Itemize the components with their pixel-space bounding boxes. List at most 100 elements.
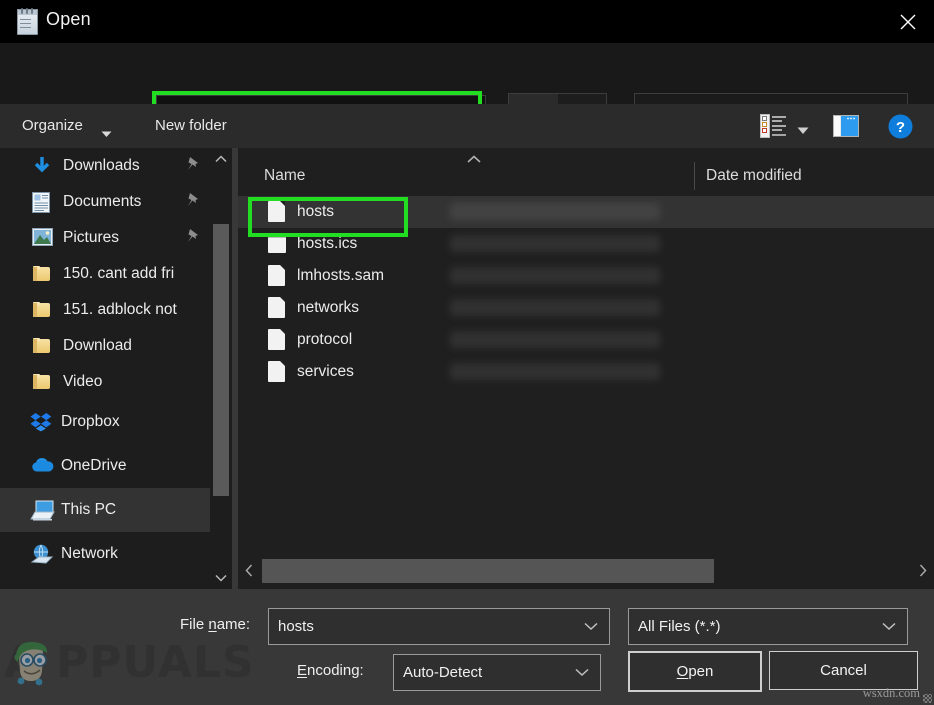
folder-icon [32, 372, 54, 392]
pin-icon[interactable] [186, 156, 200, 176]
file-icon [268, 265, 286, 287]
file-list-horizontal-scrollbar[interactable] [238, 552, 934, 589]
title-bar: Open [0, 0, 934, 43]
site-watermark: wsxdn.com [863, 686, 920, 701]
scroll-left-icon[interactable] [238, 552, 260, 589]
horizontal-scrollbar-thumb[interactable] [262, 559, 714, 583]
encoding-value: Auto-Detect [403, 664, 482, 681]
sidebar-item-network[interactable]: Network [0, 532, 210, 576]
file-name: protocol [297, 331, 352, 349]
date-modified-redacted [450, 235, 660, 252]
scroll-down-icon[interactable] [210, 567, 232, 589]
downloads-icon [32, 156, 54, 176]
file-name-input[interactable]: hosts [268, 608, 610, 645]
documents-icon [32, 192, 54, 212]
sidebar-item-label: Video [63, 373, 102, 391]
sidebar-item-pictures[interactable]: Pictures [0, 220, 210, 256]
date-modified-redacted [450, 363, 660, 380]
file-name-value: hosts [278, 618, 314, 635]
column-header-name[interactable]: Name [264, 167, 305, 185]
file-icon [268, 361, 286, 383]
open-button-label: pen [688, 663, 713, 680]
sidebar-item-downloads[interactable]: Downloads [0, 148, 210, 184]
encoding-label-accel: E [297, 662, 307, 679]
date-modified-redacted [450, 203, 660, 220]
help-icon[interactable]: ? [888, 114, 913, 144]
chevron-down-icon[interactable] [584, 618, 598, 636]
table-row[interactable]: networks [238, 292, 934, 324]
close-icon[interactable] [882, 0, 934, 43]
navigation-sidebar[interactable]: Downloads Documents [0, 148, 210, 589]
sidebar-scrollbar[interactable] [210, 148, 232, 589]
sidebar-item-folder-151[interactable]: 151. adblock not [0, 292, 210, 328]
table-row[interactable]: hosts.ics [238, 228, 934, 260]
command-toolbar: Organize New folder [0, 104, 934, 148]
cancel-button[interactable]: Cancel [769, 651, 918, 690]
file-name: lmhosts.sam [297, 267, 384, 285]
file-name: hosts.ics [297, 235, 357, 253]
file-icon [268, 201, 286, 223]
sidebar-item-label: Downloads [63, 157, 140, 175]
list-view-icon[interactable] [760, 114, 787, 143]
sidebar-item-folder-150[interactable]: 150. cant add fri [0, 256, 210, 292]
view-options-chevron-down-icon[interactable] [797, 122, 809, 140]
file-type-select[interactable]: All Files (*.*) [628, 608, 908, 645]
network-icon [30, 544, 52, 564]
open-button-accel: O [677, 663, 689, 680]
sidebar-item-onedrive[interactable]: OneDrive [0, 444, 210, 488]
sidebar-item-label: 151. adblock not [63, 301, 177, 319]
folder-icon [32, 264, 54, 284]
file-rows: hosts hosts.ics lmhosts.sam networks pro… [238, 196, 934, 396]
organize-chevron-down-icon[interactable] [101, 125, 112, 143]
table-row[interactable]: hosts [238, 196, 934, 228]
column-header-row: Name Date modified [238, 158, 934, 196]
column-header-date-modified[interactable]: Date modified [706, 167, 802, 185]
navigation-bar: C:\Windows\System32\drivers\etc Search e… [0, 43, 934, 104]
table-row[interactable]: protocol [238, 324, 934, 356]
file-name-label-pre: File [180, 616, 208, 633]
file-name-label-accel: n [208, 616, 216, 633]
open-button[interactable]: Open [628, 651, 762, 692]
table-row[interactable]: lmhosts.sam [238, 260, 934, 292]
encoding-label: Encoding: [297, 662, 364, 679]
sidebar-item-video[interactable]: Video [0, 364, 210, 400]
window-title: Open [46, 9, 91, 30]
chevron-down-icon[interactable] [575, 664, 589, 682]
file-name-label: File name: [180, 616, 250, 633]
sidebar-item-this-pc[interactable]: This PC [0, 488, 210, 532]
sidebar-item-label: Pictures [63, 229, 119, 247]
scroll-up-icon[interactable] [210, 148, 232, 170]
scroll-right-icon[interactable] [912, 552, 934, 589]
new-folder-button[interactable]: New folder [155, 117, 227, 134]
organize-button[interactable]: Organize [22, 117, 83, 134]
sidebar-item-dropbox[interactable]: Dropbox [0, 400, 210, 444]
onedrive-icon [30, 456, 52, 476]
pin-icon[interactable] [186, 228, 200, 248]
file-name: networks [297, 299, 359, 317]
calendar-file-icon [268, 233, 286, 255]
resize-grip-icon[interactable] [923, 694, 932, 703]
svg-text:?: ? [896, 119, 905, 136]
folder-icon [32, 336, 54, 356]
file-name-label-post: ame: [217, 616, 250, 633]
encoding-select[interactable]: Auto-Detect [393, 654, 601, 691]
pin-icon[interactable] [186, 192, 200, 212]
date-modified-redacted [450, 299, 660, 316]
table-row[interactable]: services [238, 356, 934, 388]
file-name: services [297, 363, 354, 381]
sidebar-item-label: Documents [63, 193, 141, 211]
appuals-mascot-icon [9, 637, 55, 687]
pictures-icon [32, 228, 54, 248]
sidebar-item-label: Dropbox [61, 413, 120, 431]
column-divider[interactable] [694, 162, 695, 190]
file-icon [268, 297, 286, 319]
watermark-brand: PPUALS [56, 637, 255, 688]
sidebar-scrollbar-thumb[interactable] [213, 224, 229, 496]
appuals-watermark: A PPUALS [4, 633, 255, 691]
preview-pane-icon[interactable] [833, 115, 859, 142]
sidebar-item-download[interactable]: Download [0, 328, 210, 364]
encoding-label-post: ncoding: [307, 662, 364, 679]
sidebar-item-label: This PC [61, 501, 116, 519]
chevron-down-icon[interactable] [882, 618, 896, 636]
sidebar-item-documents[interactable]: Documents [0, 184, 210, 220]
